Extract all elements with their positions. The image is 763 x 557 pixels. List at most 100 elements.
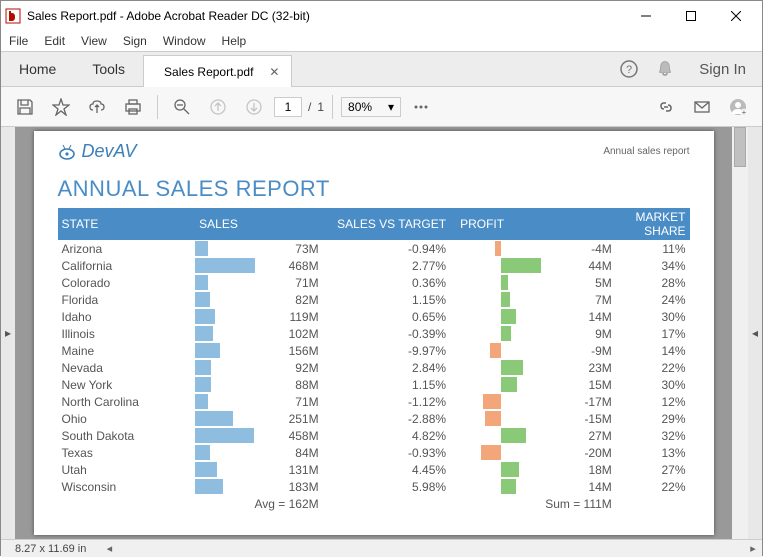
page-up-icon[interactable] [202, 91, 234, 123]
hscroll-right-icon[interactable]: ▸ [746, 542, 760, 555]
table-row: Idaho119M0.65%14M30% [58, 308, 690, 325]
cell-ms: 28% [616, 274, 690, 291]
cell-sales-bar [195, 325, 271, 342]
hscroll-left-icon[interactable]: ◂ [102, 542, 116, 555]
window-titlebar: Sales Report.pdf - Adobe Acrobat Reader … [1, 1, 762, 31]
cell-profit: 18M [552, 461, 616, 478]
table-row: Illinois102M-0.39%9M17% [58, 325, 690, 342]
report-title: ANNUAL SALES REPORT [58, 176, 690, 202]
tab-home[interactable]: Home [1, 52, 74, 86]
cell-profit: -15M [552, 410, 616, 427]
cell-state: Wisconsin [58, 478, 196, 495]
cell-sales-bar [195, 257, 271, 274]
cell-profit-bar [450, 461, 552, 478]
page-number: / 1 [274, 97, 324, 117]
pdf-page: DevAV Annual sales report ANNUAL SALES R… [34, 131, 714, 535]
doc-subtitle: Annual sales report [603, 146, 689, 157]
cell-ms: 32% [616, 427, 690, 444]
th-sales: SALES [195, 208, 322, 240]
profile-icon[interactable]: + [722, 91, 754, 123]
tab-document[interactable]: Sales Report.pdf ✕ [143, 55, 292, 87]
cell-state: Nevada [58, 359, 196, 376]
cell-sales-bar [195, 274, 271, 291]
help-icon[interactable]: ? [611, 52, 647, 86]
cell-ms: 14% [616, 342, 690, 359]
cell-profit-bar [450, 376, 552, 393]
panel-left-toggle[interactable]: ▸ [1, 127, 15, 539]
table-row: Florida82M1.15%7M24% [58, 291, 690, 308]
cell-profit-bar [450, 393, 552, 410]
status-bar: 8.27 x 11.69 in ◂ ▸ [1, 539, 762, 557]
save-icon[interactable] [9, 91, 41, 123]
tab-tools[interactable]: Tools [74, 52, 143, 86]
menu-window[interactable]: Window [163, 34, 206, 48]
cell-sales: 183M [272, 478, 323, 495]
cell-sales-bar [195, 461, 271, 478]
scrollbar-thumb[interactable] [734, 127, 746, 167]
cell-sales-bar [195, 376, 271, 393]
cell-sales-bar [195, 444, 271, 461]
cell-profit: 14M [552, 308, 616, 325]
vertical-scrollbar[interactable] [732, 127, 748, 539]
cell-ms: 13% [616, 444, 690, 461]
print-icon[interactable] [117, 91, 149, 123]
cell-profit-bar [450, 291, 552, 308]
star-icon[interactable] [45, 91, 77, 123]
menu-edit[interactable]: Edit [44, 34, 65, 48]
cell-state: South Dakota [58, 427, 196, 444]
cell-profit-bar [450, 410, 552, 427]
close-button[interactable] [713, 2, 758, 30]
cell-sales-bar [195, 342, 271, 359]
cell-ms: 30% [616, 308, 690, 325]
cell-profit: -4M [552, 240, 616, 257]
share-link-icon[interactable] [650, 91, 682, 123]
cell-sales-bar [195, 393, 271, 410]
cloud-upload-icon[interactable] [81, 91, 113, 123]
th-state: STATE [58, 208, 196, 240]
app-icon [5, 8, 21, 24]
cell-state: Utah [58, 461, 196, 478]
cell-svt: 1.15% [323, 291, 450, 308]
cell-profit-bar [450, 359, 552, 376]
cell-sales: 73M [272, 240, 323, 257]
cell-state: Colorado [58, 274, 196, 291]
bell-icon[interactable] [647, 52, 683, 86]
table-row: New York88M1.15%15M30% [58, 376, 690, 393]
horizontal-scrollbar[interactable]: ◂ ▸ [100, 542, 762, 555]
cell-profit-bar [450, 274, 552, 291]
table-row: Nevada92M2.84%23M22% [58, 359, 690, 376]
cell-ms: 29% [616, 410, 690, 427]
menu-sign[interactable]: Sign [123, 34, 147, 48]
cell-profit: -9M [552, 342, 616, 359]
maximize-button[interactable] [668, 2, 713, 30]
page-current-input[interactable] [274, 97, 302, 117]
menu-view[interactable]: View [81, 34, 107, 48]
cell-sales: 156M [272, 342, 323, 359]
zoom-value: 80% [348, 100, 372, 114]
menu-file[interactable]: File [9, 34, 28, 48]
cell-state: North Carolina [58, 393, 196, 410]
cell-sales: 102M [272, 325, 323, 342]
more-tools-icon[interactable] [405, 91, 437, 123]
minimize-button[interactable] [623, 2, 668, 30]
cell-profit: 9M [552, 325, 616, 342]
zoom-dropdown[interactable]: 80% ▾ [341, 97, 401, 117]
cell-profit-bar [450, 325, 552, 342]
menu-help[interactable]: Help [222, 34, 247, 48]
cell-state: Idaho [58, 308, 196, 325]
page-down-icon[interactable] [238, 91, 270, 123]
zoom-out-icon[interactable] [166, 91, 198, 123]
panel-right-toggle[interactable]: ◂ [748, 127, 762, 539]
sign-in-button[interactable]: Sign In [683, 52, 762, 86]
cell-ms: 30% [616, 376, 690, 393]
th-ms: MARKET SHARE [616, 208, 690, 240]
cell-sales: 251M [272, 410, 323, 427]
email-icon[interactable] [686, 91, 718, 123]
tab-close-icon[interactable]: ✕ [267, 65, 281, 79]
cell-sales-bar [195, 478, 271, 495]
cell-profit: 15M [552, 376, 616, 393]
table-row: Wisconsin183M5.98%14M22% [58, 478, 690, 495]
cell-ms: 17% [616, 325, 690, 342]
cell-profit-bar [450, 427, 552, 444]
chevron-down-icon: ▾ [388, 100, 394, 114]
